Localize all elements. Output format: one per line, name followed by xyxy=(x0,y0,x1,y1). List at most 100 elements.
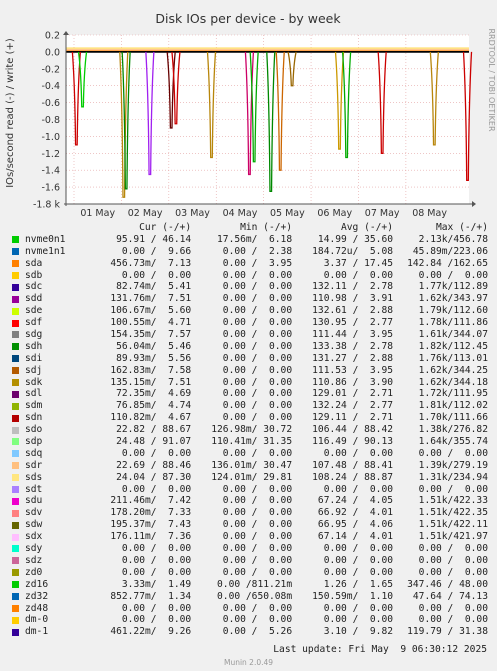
legend-row-sdk: sdk 135.15m/ 7.51 0.00 / 0.00 110.86 / 3.90… xyxy=(12,377,488,389)
cur-value: 211.46m/ 7.42 xyxy=(110,495,192,507)
legend-swatch xyxy=(12,581,19,589)
legend-swatch xyxy=(12,569,19,577)
max-value: 1.76k/113.01 xyxy=(418,352,488,364)
max-value: 1.81k/112.02 xyxy=(418,400,488,412)
cur-value: 456.73m/ 7.13 xyxy=(110,257,192,269)
legend-swatch xyxy=(12,260,19,268)
avg-value: 0.00 / 0.00 xyxy=(323,269,394,281)
min-value: 126.98m/ 30.72 xyxy=(211,424,293,436)
min-value: 0.00 / 0.00 xyxy=(222,531,293,543)
cur-value: 0.00 / 9.66 xyxy=(121,245,192,257)
max-value: 1.51k/422.11 xyxy=(418,519,488,531)
device-name: sdm xyxy=(25,400,43,412)
legend-row-zd48: zd48 0.00 / 0.00 0.00 / 0.00 0.00 / 0.00 0.0… xyxy=(12,603,488,615)
max-value: 142.84 /162.65 xyxy=(407,257,488,269)
legend-swatch xyxy=(12,593,19,601)
y-tick-label: 0.2 xyxy=(45,31,60,42)
header-cur: Cur (-/+) xyxy=(139,222,192,233)
avg-value: 106.44 / 88.42 xyxy=(312,424,394,436)
cur-value: 72.35m/ 4.69 xyxy=(116,388,192,400)
min-value: 110.41m/ 31.35 xyxy=(211,436,293,448)
device-name: sdl xyxy=(25,388,43,400)
device-name: dm-1 xyxy=(25,626,49,638)
legend-row-sdc: sdc 82.74m/ 5.41 0.00 / 0.00 132.11 / 2.78 1… xyxy=(12,281,488,293)
max-value: 1.62k/344.18 xyxy=(418,376,488,388)
legend-row-sdo: sdo 22.82 / 88.67 126.98m/ 30.72 106.44 / 8… xyxy=(12,424,488,436)
legend-row-zd32: zd32 852.77m/ 1.34 0.00 /650.08m 150.59m/ 1… xyxy=(12,591,488,603)
y-tick-label: -1.2 xyxy=(41,149,60,160)
legend-swatch xyxy=(12,474,19,482)
legend-swatch xyxy=(12,616,19,624)
device-name: sdc xyxy=(25,281,43,293)
legend-swatch xyxy=(12,307,19,315)
cur-value: 162.83m/ 7.58 xyxy=(110,364,192,376)
legend-row-dm-1: dm-1 461.22m/ 9.26 0.00 / 5.26 3.10 / 9.82 1… xyxy=(12,626,488,638)
x-axis-arrow xyxy=(472,201,476,207)
avg-value: 110.98 / 3.91 xyxy=(312,293,394,305)
cur-value: 852.77m/ 1.34 xyxy=(110,590,192,602)
max-value: 1.51k/421.97 xyxy=(418,531,488,543)
device-name: sdj xyxy=(25,364,43,376)
legend-row-sdw: sdw 195.37m/ 7.43 0.00 / 0.00 66.95 / 4.06 1… xyxy=(12,519,488,531)
cur-value: 135.15m/ 7.51 xyxy=(110,376,192,388)
legend-row-sdj: sdj 162.83m/ 7.58 0.00 / 0.00 111.53 / 3.95… xyxy=(12,365,488,377)
min-value: 0.00 / 0.00 xyxy=(222,495,293,507)
device-name: zd16 xyxy=(25,578,49,590)
min-value: 0.00 / 0.00 xyxy=(222,507,293,519)
x-tick-label: 02 May xyxy=(128,208,163,219)
device-name: sdf xyxy=(25,317,43,329)
max-value: 1.64k/355.74 xyxy=(418,436,488,448)
y-tick-labels: 0.2 0.0 -0.2 -0.4 -0.6 -0.8 -1.0 -1.2 -1.4 -1.6 -1… xyxy=(33,31,61,211)
cur-value: 0.00 / 0.00 xyxy=(121,602,192,614)
legend-swatch xyxy=(12,545,19,553)
header-max: Max (-/+) xyxy=(436,222,488,233)
cur-value: 0.00 / 0.00 xyxy=(121,269,192,281)
cur-value: 24.48 / 91.07 xyxy=(116,436,192,448)
legend-row-sdv: sdv 178.20m/ 7.33 0.00 / 0.00 66.92 / 4.01 1… xyxy=(12,507,488,519)
cur-value: 106.67m/ 5.60 xyxy=(110,305,192,317)
cur-value: 154.35m/ 7.57 xyxy=(110,329,192,341)
avg-value: 107.48 / 88.41 xyxy=(312,459,394,471)
y-axis-label: IOs/second read (-) / write (+) xyxy=(5,38,16,188)
avg-value: 0.00 / 0.00 xyxy=(323,483,394,495)
y-tick-label: -1.4 xyxy=(41,166,60,177)
min-value: 124.01m/ 29.81 xyxy=(211,471,293,483)
rrdtool-credit: RRDTOOL / TOBI OETIKER xyxy=(487,28,496,131)
max-value: 0.00 / 0.00 xyxy=(418,269,488,281)
legend-swatch xyxy=(12,604,19,612)
max-value: 1.51k/422.35 xyxy=(418,507,488,519)
legend-row-zd0: zd0 0.00 / 0.00 0.00 / 0.00 0.00 / 0.00 0.00… xyxy=(12,567,488,579)
cur-value: 178.20m/ 7.33 xyxy=(110,507,192,519)
avg-value: 3.37 / 17.45 xyxy=(323,257,394,269)
min-value: 17.56m/ 6.18 xyxy=(217,233,293,245)
legend-row-sdg: sdg 154.35m/ 7.57 0.00 / 0.00 111.44 / 3.95… xyxy=(12,329,488,341)
device-name: sdn xyxy=(25,412,43,424)
legend-swatch xyxy=(12,272,19,279)
min-value: 136.01m/ 30.47 xyxy=(211,459,293,471)
legend-row-sde: sde 106.67m/ 5.60 0.00 / 0.00 132.61 / 2.88… xyxy=(12,305,488,317)
x-tick-label: 03 May xyxy=(175,208,210,219)
max-value: 1.78k/111.86 xyxy=(418,317,488,329)
max-value: 347.46 / 48.00 xyxy=(407,578,488,590)
avg-value: 133.38 / 2.78 xyxy=(312,340,394,352)
legend-row-sda: sda 456.73m/ 7.13 0.00 / 3.95 3.37 / 17.45 1… xyxy=(12,258,488,270)
legend-swatch xyxy=(12,533,19,541)
cur-value: 176.11m/ 7.36 xyxy=(110,531,192,543)
device-name: sdg xyxy=(25,329,43,341)
max-value: 0.00 / 0.00 xyxy=(418,483,488,495)
legend-row-nvme1n1: nvme1n1 0.00 / 9.66 0.00 / 2.38 184.72u/ 5.… xyxy=(12,246,488,258)
max-value: 1.61k/344.07 xyxy=(418,329,488,341)
device-name: zd0 xyxy=(25,566,43,578)
device-name: sdz xyxy=(25,554,43,566)
device-name: sdh xyxy=(25,340,43,352)
device-name: sdi xyxy=(25,352,43,364)
device-name: sdx xyxy=(25,531,43,543)
device-name: zd48 xyxy=(25,602,49,614)
min-value: 0.00 / 0.00 xyxy=(222,447,293,459)
avg-value: 0.00 / 0.00 xyxy=(323,602,394,614)
min-value: 0.00 / 0.00 xyxy=(222,364,293,376)
min-value: 0.00 / 0.00 xyxy=(222,412,293,424)
max-value: 0.00 / 0.00 xyxy=(418,543,488,555)
last-update: Last update: Fri May 9 06:30:12 2025 xyxy=(273,644,487,655)
device-name: sdo xyxy=(25,424,43,436)
